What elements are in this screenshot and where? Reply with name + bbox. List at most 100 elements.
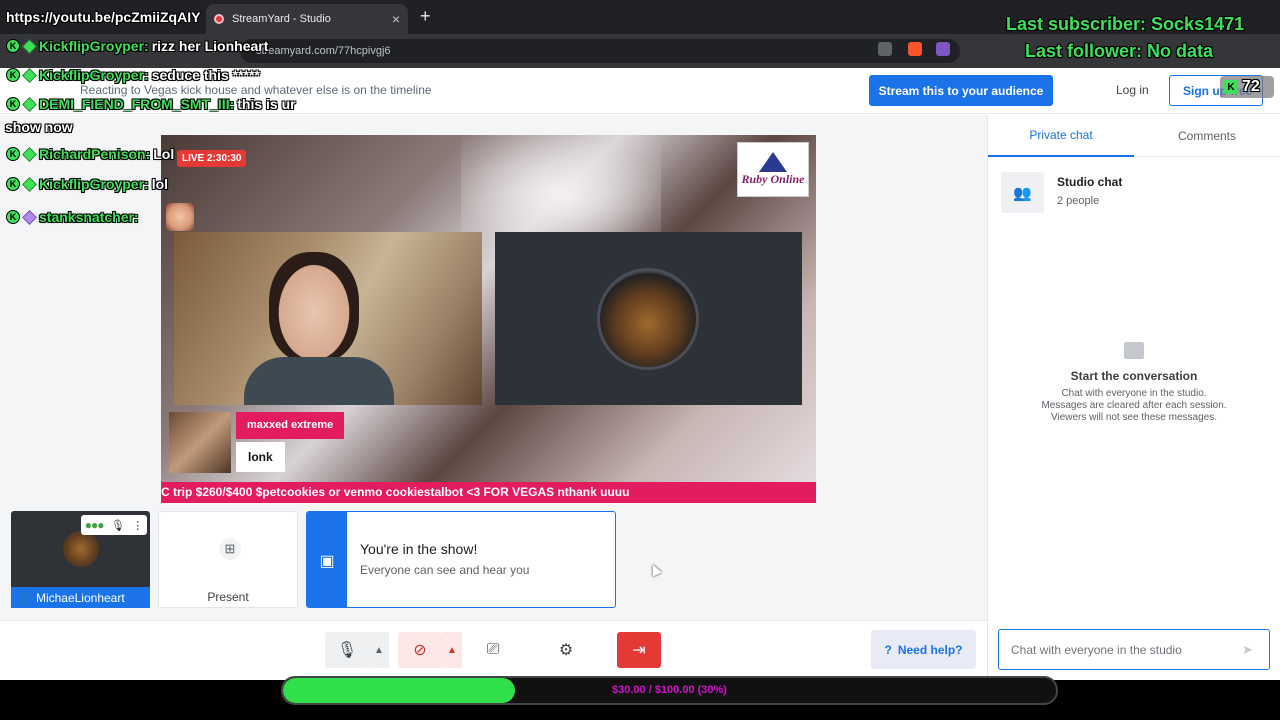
chat-message: this is ur — [237, 96, 296, 112]
kick-badge-icon: K — [6, 210, 20, 224]
chat-message: seduce this ***** — [151, 67, 260, 83]
camera-off-button[interactable]: ⊘ — [398, 632, 442, 668]
chat-overlay-message: K KickflipGroyper: rizz her Lionheart — [6, 38, 268, 54]
login-link[interactable]: Log in — [1116, 83, 1149, 97]
empty-chat-title: Start the conversation — [1070, 369, 1198, 383]
guest-camera-feed — [174, 232, 482, 405]
leave-studio-button[interactable]: ⇥ — [617, 632, 661, 668]
chat-message: rizz her Lionheart — [151, 38, 269, 54]
live-timer-badge: LIVE 2:30:30 — [177, 150, 247, 167]
help-circle-icon: ? — [884, 642, 892, 657]
guest-shirt — [244, 357, 394, 405]
logo-triangle-icon — [759, 152, 787, 172]
chat-badge-icon — [22, 209, 37, 225]
self-card-controls: ●●● 🎙 ⋮ — [81, 515, 147, 535]
need-help-button[interactable]: ? Need help? — [871, 630, 976, 669]
chat-message: lol — [151, 176, 169, 192]
need-help-label: Need help? — [897, 642, 963, 657]
comment-text: lonk — [236, 442, 285, 472]
chat-badge-icon — [22, 176, 37, 192]
chat-username: KickflipGroyper: — [39, 67, 149, 83]
chat-message: Lol — [153, 146, 175, 162]
chat-badge-icon — [22, 67, 37, 83]
studio-chat-title: Studio chat — [1057, 175, 1123, 189]
chat-badge-icon — [22, 38, 37, 54]
channel-logo: Ruby Online — [737, 142, 809, 197]
person-card-icon: ▣ — [307, 512, 347, 607]
brave-shield-icon[interactable] — [908, 42, 922, 56]
kick-logo-icon: K — [1224, 80, 1238, 94]
stream-to-audience-button[interactable]: Stream this to your audience — [869, 75, 1053, 106]
tab-comments[interactable]: Comments — [1134, 115, 1280, 157]
kick-badge-icon: K — [6, 97, 20, 111]
more-options-icon[interactable]: ⋮ — [132, 519, 143, 532]
people-icon: 👥 — [1001, 172, 1044, 213]
youtube-url-overlay: https://youtu.be/pcZmiiZqAIY — [6, 9, 201, 25]
broadcast-description: Reacting to Vegas kick house and whateve… — [80, 83, 432, 97]
new-tab-button[interactable]: + — [420, 6, 431, 27]
empty-chat-line: Chat with everyone in the studio. — [1061, 388, 1207, 399]
chat-overlay-message: K DEMI_FIEND_FROM_SMT_III: this is ur — [6, 96, 296, 112]
chat-overlay-message: K KickflipGroyper: lol — [6, 176, 168, 192]
brave-rewards-icon[interactable] — [936, 42, 950, 56]
browser-tab-title: StreamYard - Studio — [232, 13, 331, 25]
last-subscriber-overlay: Last subscriber: Socks1471 — [1006, 14, 1245, 34]
chat-input[interactable]: Chat with everyone in the studio — [998, 629, 1270, 670]
present-label[interactable]: Present — [158, 590, 298, 604]
self-name: MichaeLionheart — [35, 590, 125, 605]
studio-chat-participants: 2 people — [1057, 195, 1100, 207]
kick-badge-icon: K — [6, 39, 20, 53]
empty-chat-line: Viewers will not see these messages. — [1050, 412, 1217, 423]
in-show-notice: ▣ — [306, 511, 616, 608]
kick-badge-icon: K — [6, 68, 20, 82]
chat-username: KickflipGroyper: — [39, 38, 149, 54]
logo-text: Ruby Online — [741, 172, 805, 186]
chat-username: DEMI_FIEND_FROM_SMT_III: — [39, 96, 235, 112]
host-avatar — [597, 268, 699, 370]
ticker-banner: C trip $260/$400 $petcookies or venmo co… — [161, 482, 816, 503]
chat-username: stanksnatcher: — [39, 209, 139, 225]
comment-author-avatar — [169, 412, 231, 473]
audio-level-icon: ●●● — [84, 518, 105, 532]
chat-username: KickflipGroyper: — [39, 176, 149, 192]
empty-chat-line: Messages are cleared after each session. — [1041, 400, 1227, 411]
comment-author-name: maxxed extreme — [236, 412, 345, 439]
kick-badge-icon: K — [6, 147, 20, 161]
chat-bubble-icon — [1124, 342, 1144, 359]
chat-overlay-message: K KickflipGroyper: seduce this ***** — [6, 67, 260, 83]
in-show-title: You're in the show! — [360, 541, 478, 557]
self-avatar — [63, 531, 99, 567]
camera-options-chevron-icon[interactable]: ▲ — [442, 632, 462, 668]
chat-overlay-continuation: show now — [5, 119, 73, 135]
last-follower-overlay: Last follower: No data — [1025, 41, 1214, 61]
chat-overlay-message: Kstanksnatcher: — [6, 209, 142, 225]
person-icon: 👤 — [17, 590, 32, 605]
donation-goal-text: $30.00 / $100.00 (30%) — [612, 684, 727, 696]
tab-private-chat[interactable]: Private chat — [988, 115, 1134, 157]
chat-badge-icon — [22, 96, 37, 112]
share-icon[interactable] — [878, 42, 892, 56]
microphone-options-chevron-icon[interactable]: ▲ — [369, 632, 389, 668]
settings-gear-icon[interactable]: ⚙ — [544, 632, 588, 668]
guest-face — [269, 252, 359, 362]
share-screen-button[interactable]: ⎚ — [471, 632, 515, 668]
host-camera-off-tile — [495, 232, 802, 405]
chat-overlay-message: K RichardPenison: Lol — [6, 146, 174, 162]
chat-username: RichardPenison: — [39, 146, 151, 162]
chat-emote-icon — [166, 203, 194, 231]
browser-tab-streamyard[interactable]: StreamYard - Studio × — [206, 4, 408, 34]
streamyard-favicon-icon — [214, 14, 224, 24]
self-name-bar: 👤 MichaeLionheart — [11, 587, 150, 608]
microphone-icon[interactable]: 🎙 — [111, 519, 125, 532]
address-bar-url: streamyard.com/77hcpivgj6 — [256, 45, 391, 57]
close-tab-icon[interactable]: × — [392, 11, 400, 27]
address-bar[interactable]: streamyard.com/77hcpivgj6 — [240, 39, 960, 63]
chat-badge-icon — [22, 146, 37, 162]
send-icon[interactable]: ➤ — [1242, 642, 1253, 658]
mute-microphone-button[interactable]: 🎙 — [325, 632, 369, 668]
in-show-subtitle: Everyone can see and hear you — [360, 563, 530, 577]
viewer-count: 72 — [1242, 78, 1260, 95]
viewer-count-badge: K 72 — [1220, 76, 1274, 98]
kick-badge-icon: K — [6, 177, 20, 191]
present-screen-icon: ⊞ — [219, 538, 241, 560]
